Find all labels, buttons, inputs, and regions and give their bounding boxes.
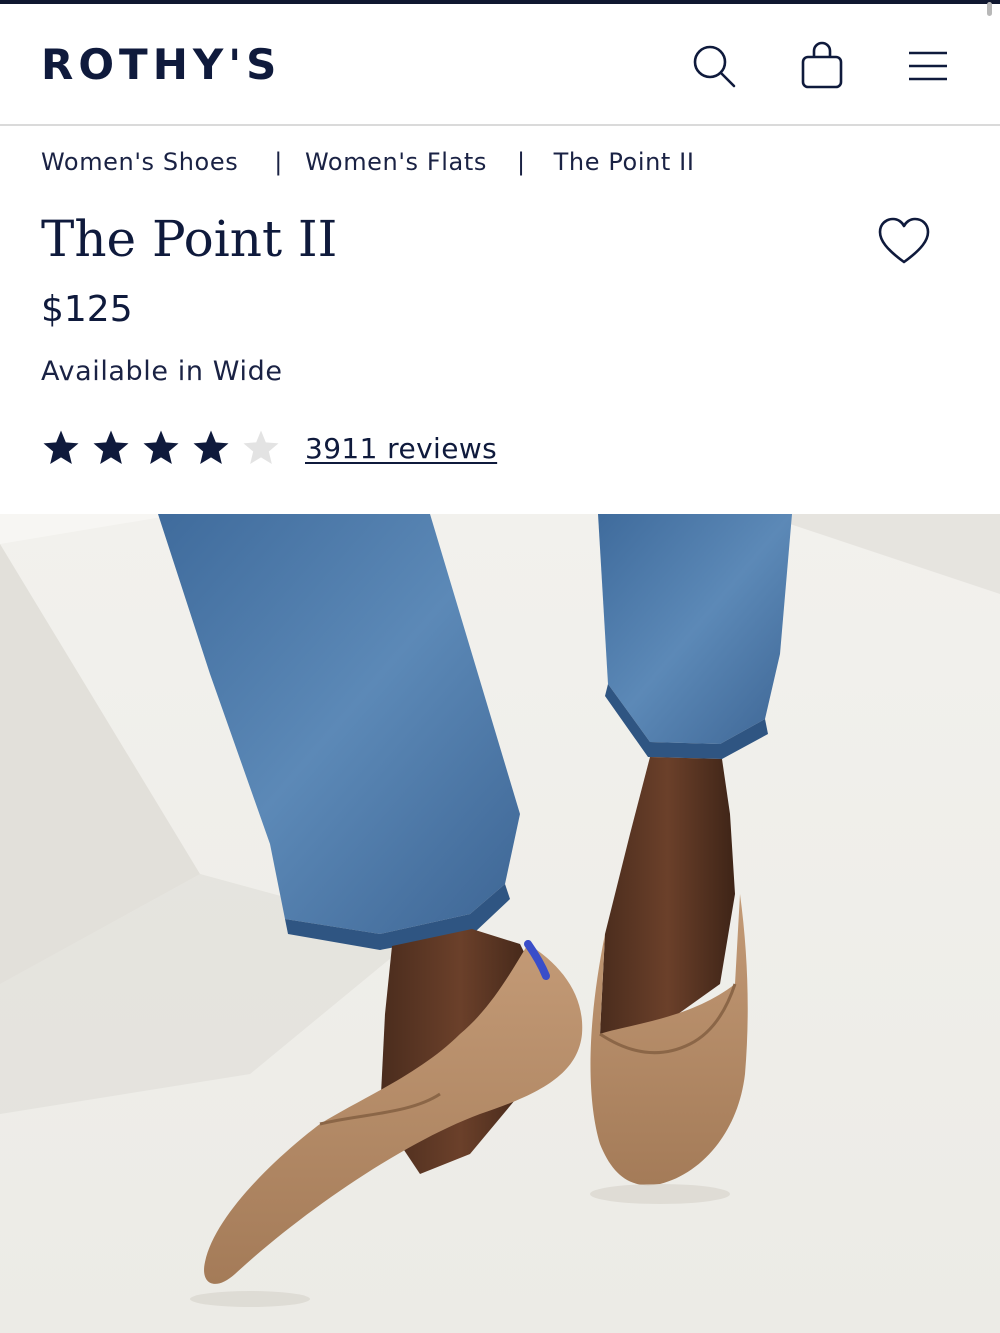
breadcrumb: Women's Shoes | Women's Flats | The Poin… — [41, 140, 695, 184]
breadcrumb-current-product[interactable]: The Point II — [554, 148, 695, 176]
menu-icon — [909, 51, 947, 81]
breadcrumb-womens-flats[interactable]: Women's Flats — [305, 148, 487, 176]
search-icon — [693, 45, 736, 88]
cart-button[interactable] — [798, 38, 846, 94]
wishlist-button[interactable] — [876, 214, 932, 270]
star-icon — [243, 430, 279, 464]
product-photo — [0, 514, 1000, 1333]
menu-button[interactable] — [904, 38, 952, 94]
product-price: $125 — [41, 289, 133, 330]
breadcrumb-separator: | — [516, 148, 526, 176]
product-hero-image[interactable] — [0, 514, 1000, 1333]
star-icon — [193, 430, 229, 464]
reviews-link[interactable]: 3911 reviews — [305, 432, 497, 465]
availability-note: Available in Wide — [41, 356, 283, 387]
star-icon — [93, 430, 129, 464]
star-icon — [43, 430, 79, 464]
heart-icon — [878, 217, 930, 264]
breadcrumb-womens-shoes[interactable]: Women's Shoes — [41, 148, 238, 176]
product-title: The Point II — [41, 210, 338, 268]
rating-summary: 3911 reviews — [41, 424, 497, 472]
search-button[interactable] — [690, 38, 738, 94]
shopping-bag-icon — [801, 41, 843, 89]
star-icon — [143, 430, 179, 464]
brand-logo[interactable]: ROTHY'S — [41, 37, 281, 93]
breadcrumb-separator: | — [274, 148, 283, 176]
site-header: ROTHY'S — [0, 4, 1000, 126]
